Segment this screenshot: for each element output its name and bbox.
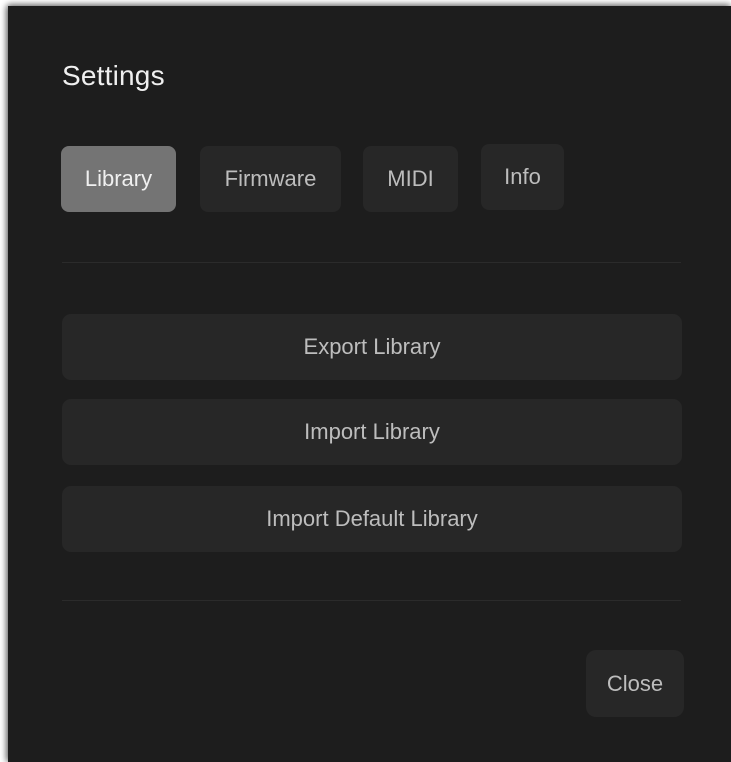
tab-library[interactable]: Library bbox=[61, 146, 176, 212]
footer-divider bbox=[62, 600, 681, 601]
dialog-title: Settings bbox=[62, 60, 165, 91]
import-library-button[interactable]: Import Library bbox=[62, 399, 682, 465]
close-button[interactable]: Close bbox=[586, 650, 684, 717]
tab-midi[interactable]: MIDI bbox=[363, 146, 458, 212]
tabs-divider bbox=[62, 262, 681, 263]
tab-info[interactable]: Info bbox=[481, 144, 564, 210]
import-default-library-button[interactable]: Import Default Library bbox=[62, 486, 682, 552]
export-library-button[interactable]: Export Library bbox=[62, 314, 682, 380]
tab-firmware[interactable]: Firmware bbox=[200, 146, 341, 212]
settings-dialog: Settings Library Firmware MIDI Info Expo… bbox=[8, 6, 731, 762]
